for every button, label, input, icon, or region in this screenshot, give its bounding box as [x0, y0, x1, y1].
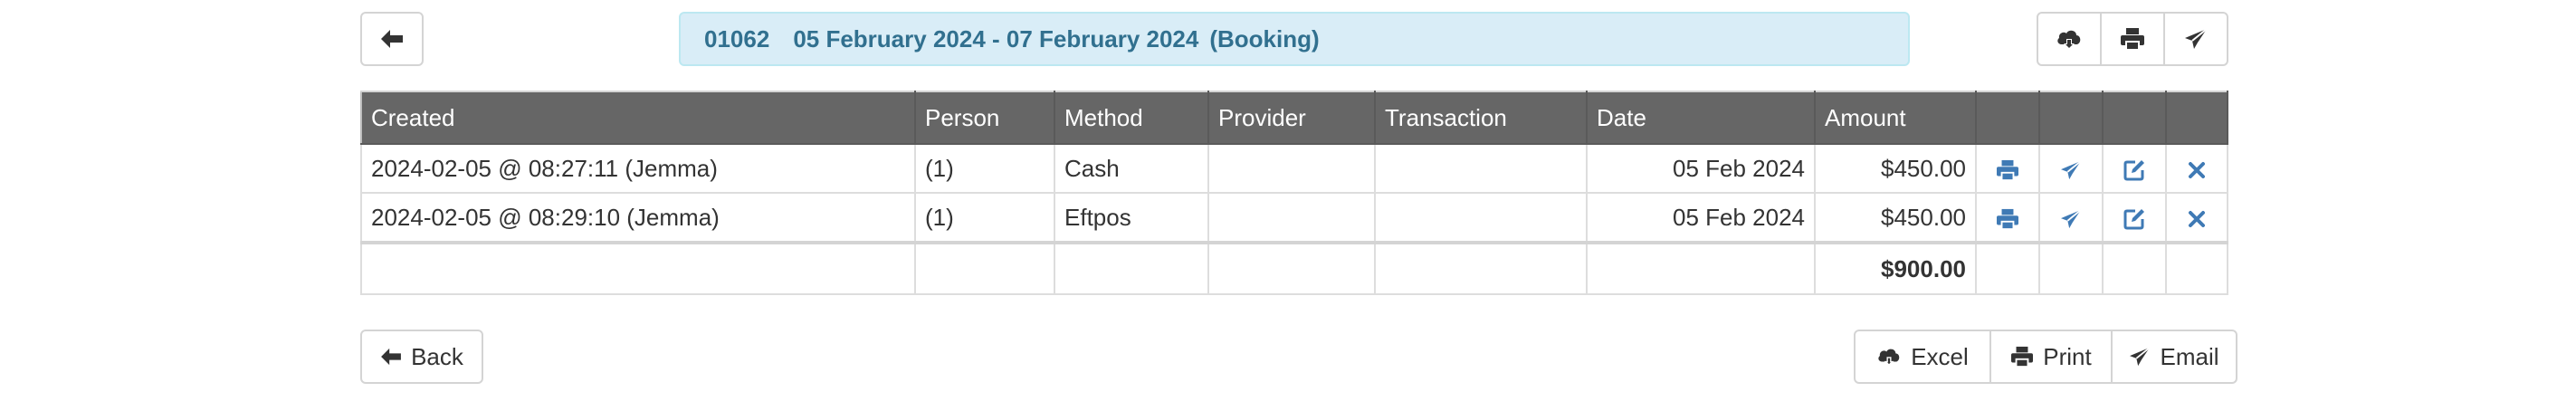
cell-created: 2024-02-05 @ 08:29:10 (Jemma) — [360, 192, 916, 244]
column-header-edit — [2102, 91, 2167, 145]
cell-date: 05 Feb 2024 — [1586, 192, 1816, 244]
printer-icon — [2121, 28, 2144, 51]
row-email-button[interactable] — [2038, 143, 2104, 194]
column-header-date[interactable]: Date — [1586, 91, 1816, 145]
paper-plane-icon — [2061, 208, 2082, 228]
printer-icon — [2011, 346, 2034, 368]
cell-person: (1) — [914, 192, 1055, 244]
table-header-row: Created Person Method Provider Transacti… — [360, 91, 2228, 145]
row-email-button[interactable] — [2038, 192, 2104, 244]
cell-transaction — [1374, 192, 1588, 244]
booking-number: 01062 — [704, 24, 770, 53]
booking-banner: 01062 05 February 2024 - 07 February 202… — [679, 12, 1910, 66]
row-edit-button[interactable] — [2102, 192, 2167, 244]
top-action-group — [2037, 12, 2228, 66]
top-email-button[interactable] — [2163, 12, 2228, 66]
column-header-delete — [2165, 91, 2228, 145]
cell-date: 05 Feb 2024 — [1586, 143, 1816, 194]
cell-transaction — [1374, 143, 1588, 194]
top-download-button[interactable] — [2037, 12, 2102, 66]
empty-cell — [1054, 241, 1209, 295]
column-header-print — [1975, 91, 2040, 145]
print-button[interactable]: Print — [1989, 330, 2113, 384]
empty-cell — [1975, 241, 2040, 295]
print-label: Print — [2043, 342, 2092, 370]
printer-icon — [1997, 208, 2018, 230]
empty-cell — [1207, 241, 1376, 295]
empty-cell — [914, 241, 1055, 295]
column-header-person[interactable]: Person — [914, 91, 1055, 145]
table-row: 2024-02-05 @ 08:29:10 (Jemma) (1) Eftpos… — [360, 192, 2228, 244]
empty-cell — [2165, 241, 2228, 295]
top-back-button[interactable] — [360, 12, 424, 66]
back-label: Back — [411, 342, 463, 370]
cell-provider — [1207, 143, 1376, 194]
cell-created: 2024-02-05 @ 08:27:11 (Jemma) — [360, 143, 916, 194]
cell-amount: $450.00 — [1814, 143, 1977, 194]
arrow-left-icon — [381, 348, 402, 366]
row-delete-button[interactable] — [2165, 192, 2228, 244]
empty-cell — [1374, 241, 1588, 295]
excel-button[interactable]: Excel — [1854, 330, 1991, 384]
empty-cell — [2102, 241, 2167, 295]
empty-cell — [1586, 241, 1816, 295]
cloud-download-icon — [1878, 349, 1900, 367]
close-icon — [2189, 210, 2205, 227]
cell-method: Cash — [1054, 143, 1209, 194]
payments-table: Created Person Method Provider Transacti… — [360, 91, 2228, 295]
cell-provider — [1207, 192, 1376, 244]
cell-method: Eftpos — [1054, 192, 1209, 244]
paper-plane-icon — [2061, 159, 2082, 179]
booking-date-range: 05 February 2024 - 07 February 2024 — [793, 24, 1199, 53]
cell-person: (1) — [914, 143, 1055, 194]
cloud-download-icon — [2057, 30, 2081, 49]
empty-cell — [360, 241, 916, 295]
top-print-button[interactable] — [2100, 12, 2165, 66]
export-group: Excel Print Email — [1854, 330, 2237, 384]
row-delete-button[interactable] — [2165, 143, 2228, 194]
edit-icon — [2123, 208, 2144, 230]
back-button[interactable]: Back — [360, 330, 483, 384]
column-header-amount[interactable]: Amount — [1814, 91, 1977, 145]
empty-cell — [2038, 241, 2104, 295]
row-print-button[interactable] — [1975, 143, 2040, 194]
column-header-transaction[interactable]: Transaction — [1374, 91, 1588, 145]
email-label: Email — [2160, 342, 2219, 370]
total-amount: $900.00 — [1814, 241, 1977, 295]
arrow-left-icon — [381, 30, 403, 48]
booking-type: (Booking) — [1209, 24, 1320, 53]
column-header-provider[interactable]: Provider — [1207, 91, 1376, 145]
row-print-button[interactable] — [1975, 192, 2040, 244]
row-edit-button[interactable] — [2102, 143, 2167, 194]
printer-icon — [1997, 159, 2018, 181]
paper-plane-icon — [2130, 347, 2151, 367]
column-header-method[interactable]: Method — [1054, 91, 1209, 145]
edit-icon — [2123, 159, 2144, 181]
excel-label: Excel — [1911, 342, 1969, 370]
paper-plane-icon — [2185, 28, 2208, 49]
close-icon — [2189, 161, 2205, 178]
email-button[interactable]: Email — [2111, 330, 2237, 384]
cell-amount: $450.00 — [1814, 192, 1977, 244]
table-total-row: $900.00 — [360, 241, 2228, 295]
column-header-email — [2038, 91, 2104, 145]
column-header-created[interactable]: Created — [360, 91, 916, 145]
table-row: 2024-02-05 @ 08:27:11 (Jemma) (1) Cash 0… — [360, 143, 2228, 194]
